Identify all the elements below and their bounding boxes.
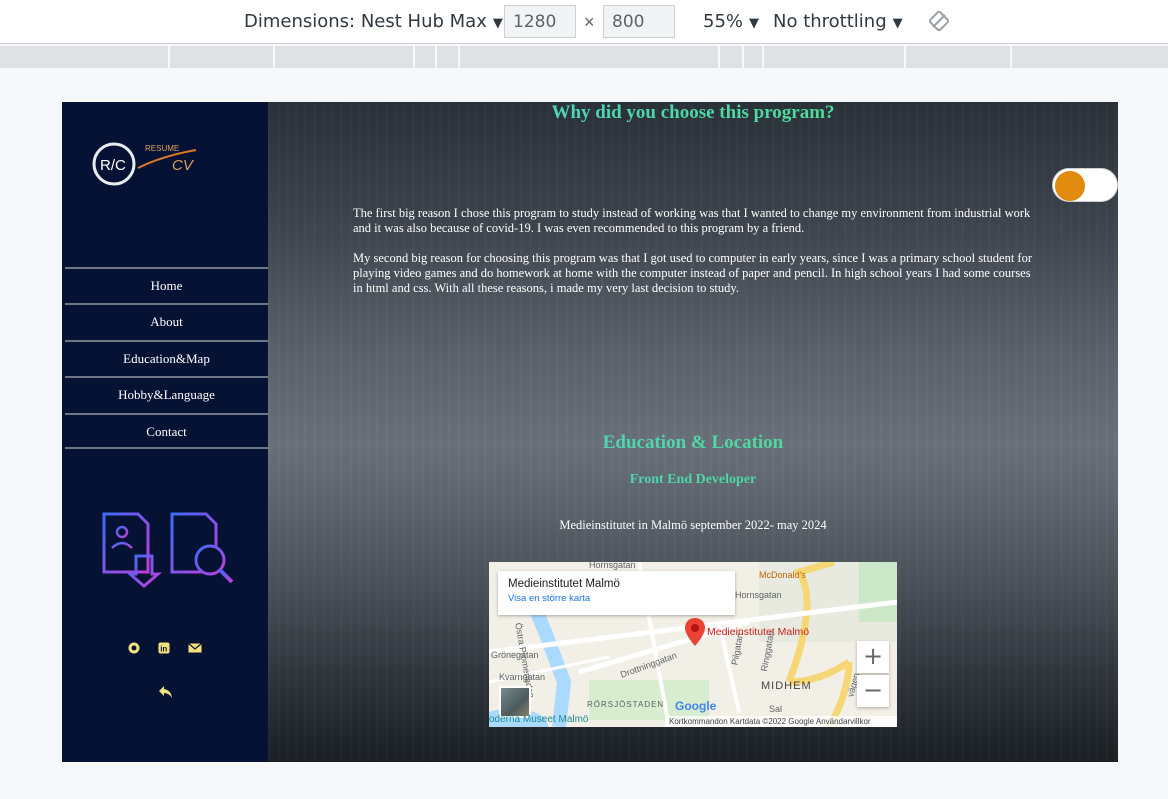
device-select[interactable]: Dimensions: Nest Hub Max ▼ <box>244 11 503 32</box>
chevron-down-icon: ▼ <box>749 16 760 31</box>
download-cv-icon <box>102 512 163 588</box>
street-label: Grönegatan <box>491 650 539 660</box>
nav-hobby-language[interactable]: Hobby&Language <box>65 376 268 412</box>
device-label: Dimensions: Nest Hub Max <box>244 11 487 32</box>
map-pin-icon[interactable] <box>684 617 706 647</box>
nav-home[interactable]: Home <box>65 267 268 303</box>
github-icon[interactable] <box>128 642 140 654</box>
map-place-name: Medieinstitutet Malmö <box>508 578 620 590</box>
reply-arrow-icon[interactable] <box>158 685 174 699</box>
zoom-select[interactable]: 55% ▼ <box>703 11 759 32</box>
education-title: Education & Location <box>268 432 1118 454</box>
street-label: Sal <box>769 704 783 714</box>
logo-initials: R/C <box>100 157 126 174</box>
poi-label: oderna Museet Malmö <box>489 714 589 725</box>
envelope-icon[interactable] <box>188 642 202 654</box>
google-map[interactable]: Hornsgatan Hornsgatan McDonald's Östra P… <box>489 562 897 727</box>
nav-education-map[interactable]: Education&Map <box>65 339 268 376</box>
linkedin-icon[interactable]: in <box>158 642 170 654</box>
education-subtitle: Front End Developer <box>268 472 1118 488</box>
logo-word-resume: RESUME <box>145 144 179 153</box>
nav-contact[interactable]: Contact <box>65 412 268 449</box>
rotate-icon[interactable] <box>928 10 950 32</box>
street-label: Hornsgatan <box>589 562 636 570</box>
times-icon: × <box>584 12 595 32</box>
height-input[interactable]: 800 <box>603 5 675 38</box>
devtools-device-toolbar: Dimensions: Nest Hub Max ▼ 1280 × 800 55%… <box>0 0 1168 44</box>
zoom-label: 55% <box>703 11 744 32</box>
question-title: Why did you choose this program? <box>268 102 1118 124</box>
toggle-knob <box>1055 171 1085 201</box>
district-label: RÖRSJÖSTADEN <box>587 700 665 709</box>
larger-map-link[interactable]: Visa en större karta <box>508 593 725 604</box>
street-label: Hornsgatan <box>735 590 782 600</box>
map-place-label: Medieinstitutet Malmö <box>707 626 810 638</box>
search-cv-icon <box>170 512 234 584</box>
logo-word-cv: CV <box>172 157 195 174</box>
theme-toggle[interactable] <box>1052 168 1118 202</box>
paragraph-second-reason: My second big reason for choosing this p… <box>353 251 1032 295</box>
google-logo: Google <box>675 699 717 713</box>
sidebar-nav: Home About Education&Map Hobby&Language … <box>65 267 268 449</box>
media-query-ruler[interactable] <box>0 46 1168 68</box>
zoom-in-button[interactable]: + <box>857 641 889 673</box>
resume-cv-logo: R/C RESUME CV <box>92 142 197 186</box>
main-content: Why did you choose this program? The fir… <box>268 102 1118 762</box>
nav-about[interactable]: About <box>65 303 268 339</box>
street-label: Kvarngatan <box>499 672 546 682</box>
zoom-out-button[interactable]: − <box>857 675 889 707</box>
cv-download-icons[interactable] <box>102 512 244 596</box>
education-line: Medieinstitutet in Malmö september 2022-… <box>559 518 827 532</box>
sidebar: R/C RESUME CV Home About Education&Map H… <box>62 102 268 762</box>
map-footer[interactable]: Kortkommandon Kartdata ©2022 Google Anvä… <box>665 716 897 727</box>
chevron-down-icon: ▼ <box>892 16 903 31</box>
map-info-card: Medieinstitutet Malmö Visa en större kar… <box>498 571 735 615</box>
poi-label: McDonald's <box>759 570 806 580</box>
throttle-select[interactable]: No throttling ▼ <box>773 11 903 32</box>
paragraph-first-reason: The first big reason I chose this progra… <box>353 206 1031 235</box>
district-label: MIDHEM <box>761 680 812 692</box>
svg-text:in: in <box>160 645 167 654</box>
throttle-label: No throttling <box>773 11 887 32</box>
chevron-down-icon: ▼ <box>492 16 503 31</box>
social-links: in <box>126 642 206 656</box>
width-input[interactable]: 1280 <box>504 5 576 38</box>
page-viewport: R/C RESUME CV Home About Education&Map H… <box>62 102 1118 762</box>
